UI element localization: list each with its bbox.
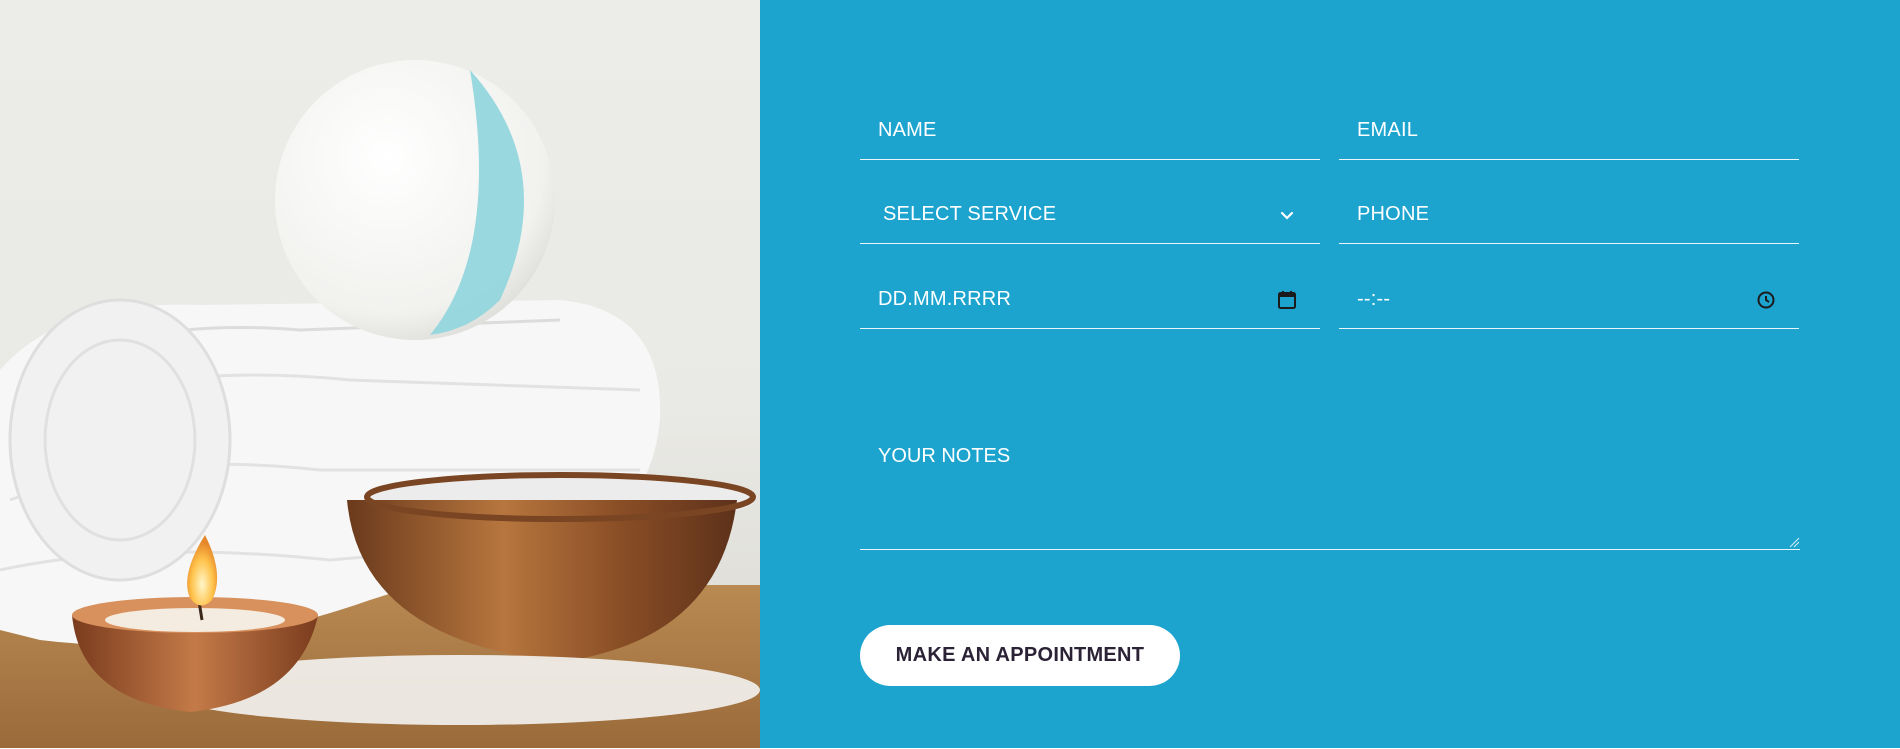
notes-textarea[interactable]: YOUR NOTES [860, 430, 1800, 550]
name-placeholder: NAME [878, 119, 937, 141]
make-appointment-button[interactable]: MAKE AN APPOINTMENT [860, 625, 1180, 686]
chevron-down-icon [1276, 204, 1298, 226]
email-field[interactable]: EMAIL [1339, 102, 1799, 160]
clock-icon[interactable] [1755, 289, 1777, 311]
notes-placeholder: YOUR NOTES [878, 445, 1011, 467]
time-field[interactable]: --:-- [1339, 271, 1799, 329]
resize-grip-icon[interactable] [1788, 535, 1800, 548]
appointment-form: NAME EMAIL SELECT SERVICE PHONE DD.MM.RR… [760, 0, 1900, 749]
phone-field[interactable]: PHONE [1339, 186, 1799, 244]
time-placeholder: --:-- [1357, 288, 1391, 310]
phone-placeholder: PHONE [1357, 203, 1430, 225]
appointment-section: NAME EMAIL SELECT SERVICE PHONE DD.MM.RR… [0, 0, 1900, 749]
spa-illustration [0, 60, 760, 749]
calendar-icon[interactable] [1276, 289, 1298, 311]
name-field[interactable]: NAME [860, 102, 1320, 160]
date-placeholder: DD.MM.RRRR [878, 288, 1012, 310]
bath-bomb [275, 60, 555, 340]
date-field[interactable]: DD.MM.RRRR [860, 271, 1320, 329]
spa-photo [0, 0, 760, 749]
service-select[interactable]: SELECT SERVICE [860, 186, 1320, 244]
email-placeholder: EMAIL [1357, 119, 1419, 141]
service-selected-value: SELECT SERVICE [883, 203, 1057, 225]
